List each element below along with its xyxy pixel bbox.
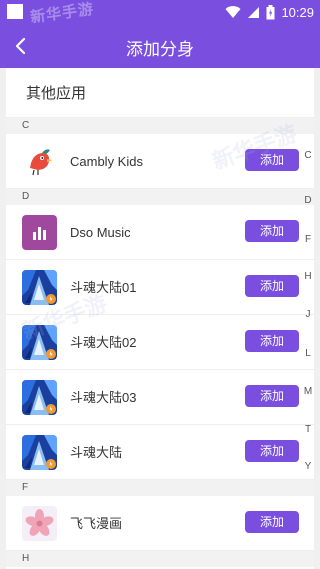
- add-button[interactable]: 添加: [245, 330, 299, 352]
- wifi-icon: [225, 5, 241, 18]
- index-letter[interactable]: L: [298, 348, 318, 359]
- app-bar: 添加分身: [0, 24, 320, 68]
- app-name: 斗魂大陆03: [70, 390, 137, 405]
- index-letter[interactable]: D: [298, 195, 318, 206]
- add-button[interactable]: 添加: [245, 220, 299, 242]
- index-letter[interactable]: Y: [298, 461, 318, 472]
- app-list-item: 斗魂大陆 添加: [6, 425, 314, 480]
- app-list-panel[interactable]: 其他应用 C Cambly Kids 添加 D Dso Music 添加 斗魂大陆01 添加斗…: [6, 68, 314, 569]
- app-name: Cambly Kids: [70, 154, 143, 169]
- blossom-icon: [22, 506, 57, 541]
- index-letter[interactable]: F: [298, 234, 318, 245]
- add-button[interactable]: 添加: [245, 385, 299, 407]
- app-list-item: Cambly Kids 添加: [6, 134, 314, 189]
- app-name: 斗魂大陆: [70, 445, 123, 460]
- game-art-icon: [22, 435, 57, 470]
- section-letter-header: H: [6, 551, 314, 567]
- add-button[interactable]: 添加: [245, 275, 299, 297]
- battery-icon: [266, 4, 275, 19]
- app-name: Dso Music: [70, 225, 131, 240]
- app-name: 斗魂大陆02: [70, 335, 137, 350]
- index-letter[interactable]: M: [298, 386, 318, 397]
- signal-icon: [248, 6, 260, 18]
- section-letter-header: D: [6, 189, 314, 205]
- game-art-icon: [22, 325, 57, 360]
- notification-icon: [7, 4, 23, 19]
- add-button[interactable]: 添加: [245, 149, 299, 171]
- game-art-icon: [22, 380, 57, 415]
- app-list-item: Dso Music 添加: [6, 205, 314, 260]
- app-list-item: 斗魂大陆02 添加: [6, 315, 314, 370]
- music-bars-icon: [22, 215, 57, 250]
- status-bar: 新华手游 10:29: [0, 0, 320, 26]
- section-title: 其他应用: [6, 68, 314, 118]
- app-list-item: 飞飞漫画 添加: [6, 496, 314, 551]
- app-list: C Cambly Kids 添加 D Dso Music 添加 斗魂大陆01 添加 斗魂大陆02…: [6, 118, 314, 567]
- index-letter[interactable]: C: [298, 150, 318, 161]
- add-button[interactable]: 添加: [245, 440, 299, 462]
- section-letter-header: C: [6, 118, 314, 134]
- add-button[interactable]: 添加: [245, 511, 299, 533]
- page-title: 添加分身: [126, 40, 194, 60]
- game-art-icon: [22, 270, 57, 305]
- index-letter[interactable]: T: [298, 424, 318, 435]
- index-letter[interactable]: H: [298, 271, 318, 282]
- app-name: 斗魂大陆01: [70, 280, 137, 295]
- index-letter[interactable]: J: [298, 309, 318, 320]
- bird-app-icon: [22, 144, 57, 179]
- status-time: 10:29: [281, 4, 314, 20]
- app-list-item: 斗魂大陆03 添加: [6, 370, 314, 425]
- section-letter-header: F: [6, 480, 314, 496]
- app-list-item: 斗魂大陆01 添加: [6, 260, 314, 315]
- app-name: 飞飞漫画: [70, 516, 123, 531]
